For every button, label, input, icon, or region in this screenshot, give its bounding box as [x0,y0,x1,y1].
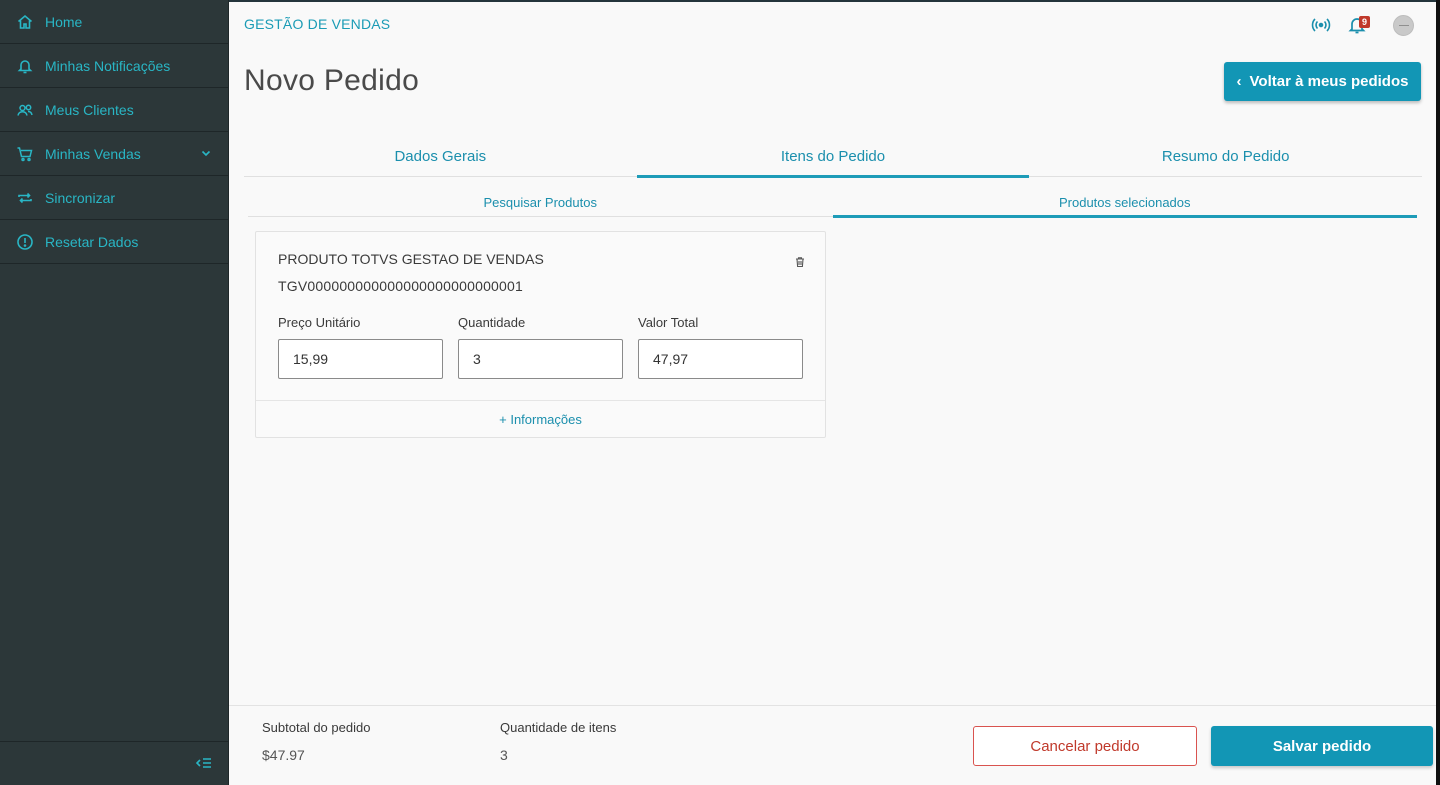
chevron-down-icon[interactable] [200,147,212,159]
sidebar-item-sync[interactable]: Sincronizar [0,176,228,220]
app-title: GESTÃO DE VENDAS [244,16,391,32]
sidebar-footer [0,741,229,785]
order-tabs: Dados Gerais Itens do Pedido Resumo do P… [244,136,1422,178]
users-icon [16,101,34,119]
trash-icon[interactable] [794,256,806,268]
chevron-left-icon: ‹ [1236,73,1242,90]
back-button-label: Voltar à meus pedidos [1249,73,1409,90]
tab-itens-do-pedido[interactable]: Itens do Pedido [636,136,1030,178]
notifications-button[interactable]: 9 [1346,14,1371,36]
sync-icon [16,189,34,207]
cancel-order-button[interactable]: Cancelar pedido [973,726,1197,766]
page-title: Novo Pedido [244,64,420,97]
quantity-field[interactable]: 3 [458,339,623,379]
sidebar-item-label: Minhas Vendas [45,145,141,162]
notification-badge: 9 [1359,16,1371,28]
unit-price-field[interactable]: 15,99 [278,339,443,379]
sidebar-item-home[interactable]: Home [0,0,228,44]
subtab-pesquisar-produtos[interactable]: Pesquisar Produtos [248,190,833,216]
sidebar-item-label: Home [45,13,83,30]
subtotal-value: $47.97 [262,747,305,763]
main-content: GESTÃO DE VENDAS 9 Novo Pedido ‹ Voltar … [229,0,1436,785]
subtab-produtos-selecionados[interactable]: Produtos selecionados [832,190,1418,218]
user-menu[interactable] [1392,14,1414,36]
divider [256,400,825,401]
items-count-value: 3 [500,747,508,763]
tab-resumo-do-pedido[interactable]: Resumo do Pedido [1029,136,1422,176]
quantity-label: Quantidade [458,315,526,330]
product-name: PRODUTO TOTVS GESTAO DE VENDAS [278,251,544,267]
save-order-button[interactable]: Salvar pedido [1211,726,1433,766]
sidebar-item-label: Minhas Notificações [45,57,171,74]
sidebar-item-reset[interactable]: Resetar Dados [0,220,228,264]
alert-circle-icon [16,233,34,251]
sidebar-item-notifications[interactable]: Minhas Notificações [0,44,228,88]
more-info-link[interactable]: + Informações [256,412,825,427]
sidebar-item-clients[interactable]: Meus Clientes [0,88,228,132]
product-card: PRODUTO TOTVS GESTAO DE VENDAS TGV000000… [255,231,826,438]
sidebar-item-label: Sincronizar [45,189,116,206]
product-code: TGV000000000000000000000000001 [278,278,524,294]
avatar [1392,14,1414,36]
collapse-menu-icon[interactable] [195,754,213,772]
sidebar-item-sales[interactable]: Minhas Vendas [0,132,228,176]
unit-price-label: Preço Unitário [278,315,361,330]
sidebar-item-label: Meus Clientes [45,101,134,118]
items-count-label: Quantidade de itens [500,720,617,735]
cart-icon [16,145,34,163]
connectivity-icon[interactable] [1310,14,1332,36]
product-subtabs: Pesquisar Produtos Produtos selecionados [248,190,1418,218]
order-footer: Subtotal do pedido $47.97 Quantidade de … [229,705,1436,785]
total-value-field[interactable]: 47,97 [638,339,803,379]
total-value-label: Valor Total [638,315,699,330]
window-edge [1436,0,1440,785]
tab-dados-gerais[interactable]: Dados Gerais [244,136,637,176]
subtotal-label: Subtotal do pedido [262,720,371,735]
back-to-orders-button[interactable]: ‹ Voltar à meus pedidos [1224,62,1421,101]
top-toolbar: 9 [1310,14,1414,36]
home-icon [16,13,34,31]
bell-icon [16,57,34,75]
sidebar-item-label: Resetar Dados [45,233,139,250]
sidebar: Home Minhas Notificações Meus Clientes M… [0,0,229,785]
